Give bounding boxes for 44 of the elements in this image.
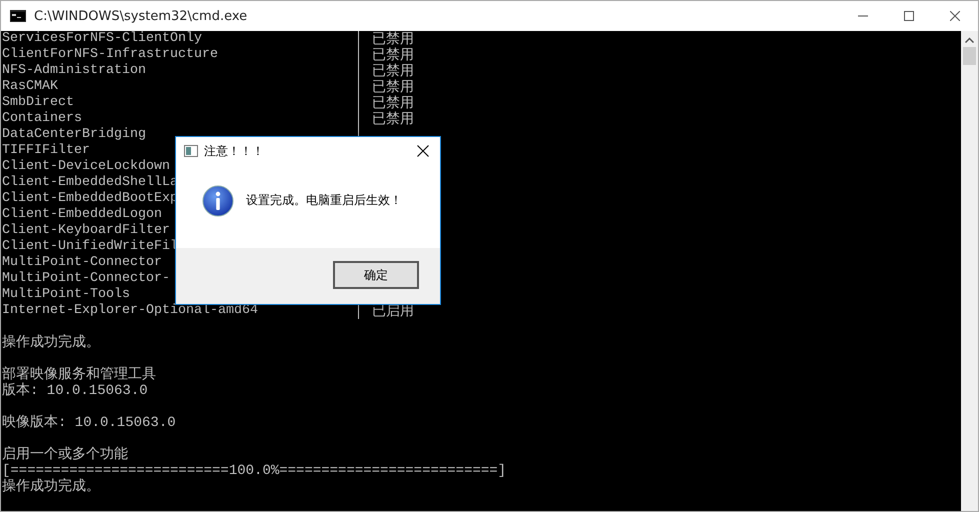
feature-name: Internet-Explorer-Optional-amd64 (2, 303, 258, 319)
feature-name: MultiPoint-Connector (2, 255, 162, 271)
feature-name: ServicesForNFS-ClientOnly (2, 31, 202, 47)
feature-name: RasCMAK (2, 79, 58, 95)
close-icon[interactable] (417, 145, 429, 157)
feature-name: DataCenterBridging (2, 127, 146, 143)
feature-name: SmbDirect (2, 95, 74, 111)
maximize-icon[interactable] (904, 11, 914, 21)
console-line: 操作成功完成。 (2, 335, 100, 351)
console-line: 启用一个或多个功能 (2, 447, 128, 463)
feature-name: MultiPoint-Tools (2, 287, 130, 303)
scroll-up-icon[interactable] (965, 37, 974, 43)
info-icon (202, 184, 234, 216)
console-icon (10, 10, 26, 22)
feature-name: ClientForNFS-Infrastructure (2, 47, 218, 63)
console-line: 部署映像服务和管理工具 (2, 367, 156, 383)
feature-name: NFS-Administration (2, 63, 146, 79)
feature-status: 已禁用 (371, 31, 414, 47)
feature-name: Containers (2, 111, 82, 127)
console-line: [==========================100.0%==========================] (2, 463, 506, 479)
console-line: 版本: 10.0.15063.0 (2, 383, 148, 399)
console-line: 映像版本: 10.0.15063.0 (2, 415, 176, 431)
feature-name: Client-KeyboardFilter (2, 223, 170, 239)
feature-status: 已禁用 (371, 95, 414, 111)
feature-status: 已禁用 (371, 79, 414, 95)
close-icon[interactable] (950, 11, 960, 21)
feature-name: Client-EmbeddedLogon (2, 207, 162, 223)
feature-name: Client-UnifiedWriteFil (2, 239, 178, 255)
feature-name: Client-EmbeddedShellLa (2, 175, 178, 191)
dialog-message: 设置完成。电脑重启后生效！ (246, 192, 402, 209)
feature-status: 已禁用 (371, 111, 414, 127)
console-line: 操作成功完成。 (2, 479, 100, 495)
feature-name: Client-EmbeddedBootExp (2, 191, 178, 207)
feature-status: 已禁用 (371, 63, 414, 79)
ok-button[interactable]: 确定 (333, 261, 419, 289)
scroll-thumb[interactable] (963, 47, 976, 65)
window-icon (184, 145, 198, 157)
scrollbar[interactable] (961, 31, 978, 511)
feature-name: TIFFIFilter (2, 143, 90, 159)
feature-name: Client-DeviceLockdown (2, 159, 170, 175)
feature-status: 已禁用 (371, 47, 414, 63)
window-title: C:\WINDOWS\system32\cmd.exe (34, 8, 248, 24)
feature-name: MultiPoint-Connector- (2, 271, 170, 287)
dialog-title: 注意！！！ (204, 142, 265, 160)
